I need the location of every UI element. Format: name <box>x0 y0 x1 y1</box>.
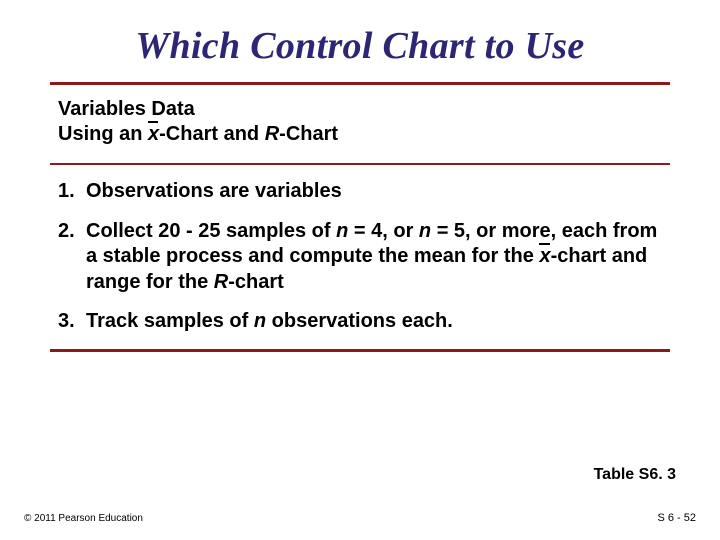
item-number: 2. <box>58 219 86 296</box>
subhead-line1: Variables Data <box>58 97 662 122</box>
item-number: 1. <box>58 179 86 205</box>
n-symbol: n <box>336 220 348 242</box>
x-bar-symbol: x <box>539 245 550 267</box>
subheading: Variables Data Using an x-Chart and R-Ch… <box>44 95 676 155</box>
item-text: Track samples of n observations each. <box>86 309 662 335</box>
slide-title: Which Control Chart to Use <box>44 24 676 68</box>
x-bar-symbol: x <box>148 123 159 145</box>
footer-page-number: S 6 - 52 <box>657 512 696 524</box>
slide: Which Control Chart to Use Variables Dat… <box>0 0 720 540</box>
table-reference: Table S6. 3 <box>594 466 676 484</box>
divider-bottom <box>50 349 670 352</box>
text-segment: observations each. <box>266 310 453 332</box>
r-symbol: R <box>214 271 228 293</box>
text-segment: = 4, or <box>348 220 419 242</box>
list-item: 2. Collect 20 - 25 samples of n = 4, or … <box>58 219 662 296</box>
text-segment: Track samples of <box>86 310 254 332</box>
text-segment: -chart <box>228 271 284 293</box>
r-symbol: R <box>265 123 279 145</box>
numbered-list: 1. Observations are variables 2. Collect… <box>44 179 676 335</box>
list-item: 3. Track samples of n observations each. <box>58 309 662 335</box>
subhead-pre: Using an <box>58 123 148 145</box>
divider-top <box>50 82 670 85</box>
list-item: 1. Observations are variables <box>58 179 662 205</box>
n-symbol: n <box>254 310 266 332</box>
n-symbol: n <box>419 220 431 242</box>
item-text: Collect 20 - 25 samples of n = 4, or n =… <box>86 219 662 296</box>
text-segment: Collect 20 - 25 samples of <box>86 220 336 242</box>
item-number: 3. <box>58 309 86 335</box>
subhead-mid: -Chart and <box>159 123 265 145</box>
subhead-post: -Chart <box>279 123 338 145</box>
footer-copyright: © 2011 Pearson Education <box>24 513 143 524</box>
divider-mid <box>50 163 670 165</box>
item-text: Observations are variables <box>86 179 662 205</box>
subhead-line2: Using an x-Chart and R-Chart <box>58 122 662 147</box>
